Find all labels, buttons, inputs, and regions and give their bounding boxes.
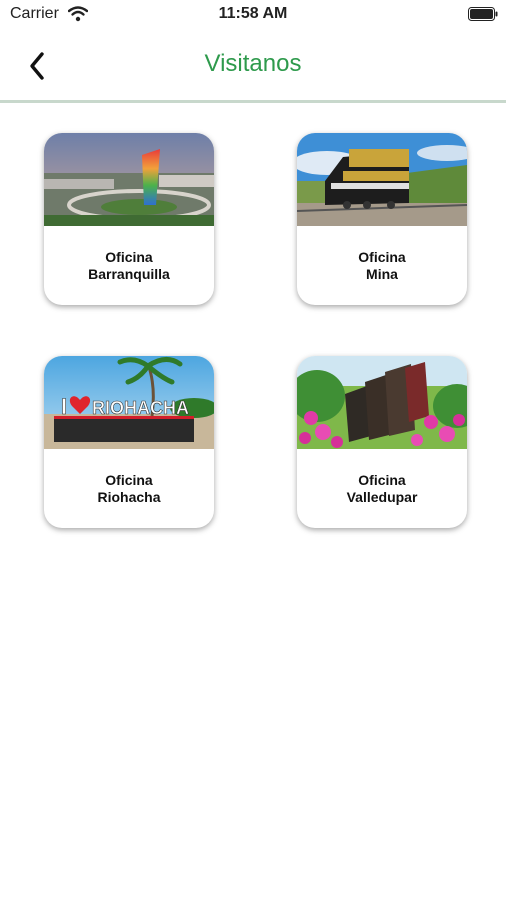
office-photo-valledupar [297,356,467,449]
office-photo-barranquilla [44,133,214,226]
status-time: 11:58 AM [218,5,288,22]
office-label-valledupar: Oficina Valledupar [297,449,467,528]
riohacha-sign-word: RIOHACHA [92,398,189,418]
office-card-riohacha[interactable]: I RIOHACHA Oficina Riohacha [44,356,214,528]
office-label-line1: Oficina [358,471,406,488]
office-label-riohacha: Oficina Riohacha [44,449,214,528]
office-photo-mina [297,133,467,226]
header-divider [0,100,506,103]
battery-icon [468,7,498,21]
office-label-line1: Oficina [105,248,153,265]
office-card-mina[interactable]: Oficina Mina [297,133,467,305]
office-label-mina: Oficina Mina [297,226,467,305]
nav-bar: Visitanos [0,30,506,102]
office-card-valledupar[interactable]: Oficina Valledupar [297,356,467,528]
office-label-city: Barranquilla [88,265,170,282]
office-label-city: Mina [366,265,398,282]
office-label-line1: Oficina [105,471,153,488]
office-label-city: Riohacha [97,488,161,505]
office-label-line1: Oficina [358,248,406,265]
page-title: Visitanos [204,50,302,77]
riohacha-sign-letter: I [61,394,67,419]
office-photo-riohacha: I RIOHACHA [44,356,214,449]
office-card-barranquilla[interactable]: Oficina Barranquilla [44,133,214,305]
status-bar: Carrier 11:58 AM [0,0,506,30]
office-label-barranquilla: Oficina Barranquilla [44,226,214,305]
office-label-city: Valledupar [346,488,418,505]
